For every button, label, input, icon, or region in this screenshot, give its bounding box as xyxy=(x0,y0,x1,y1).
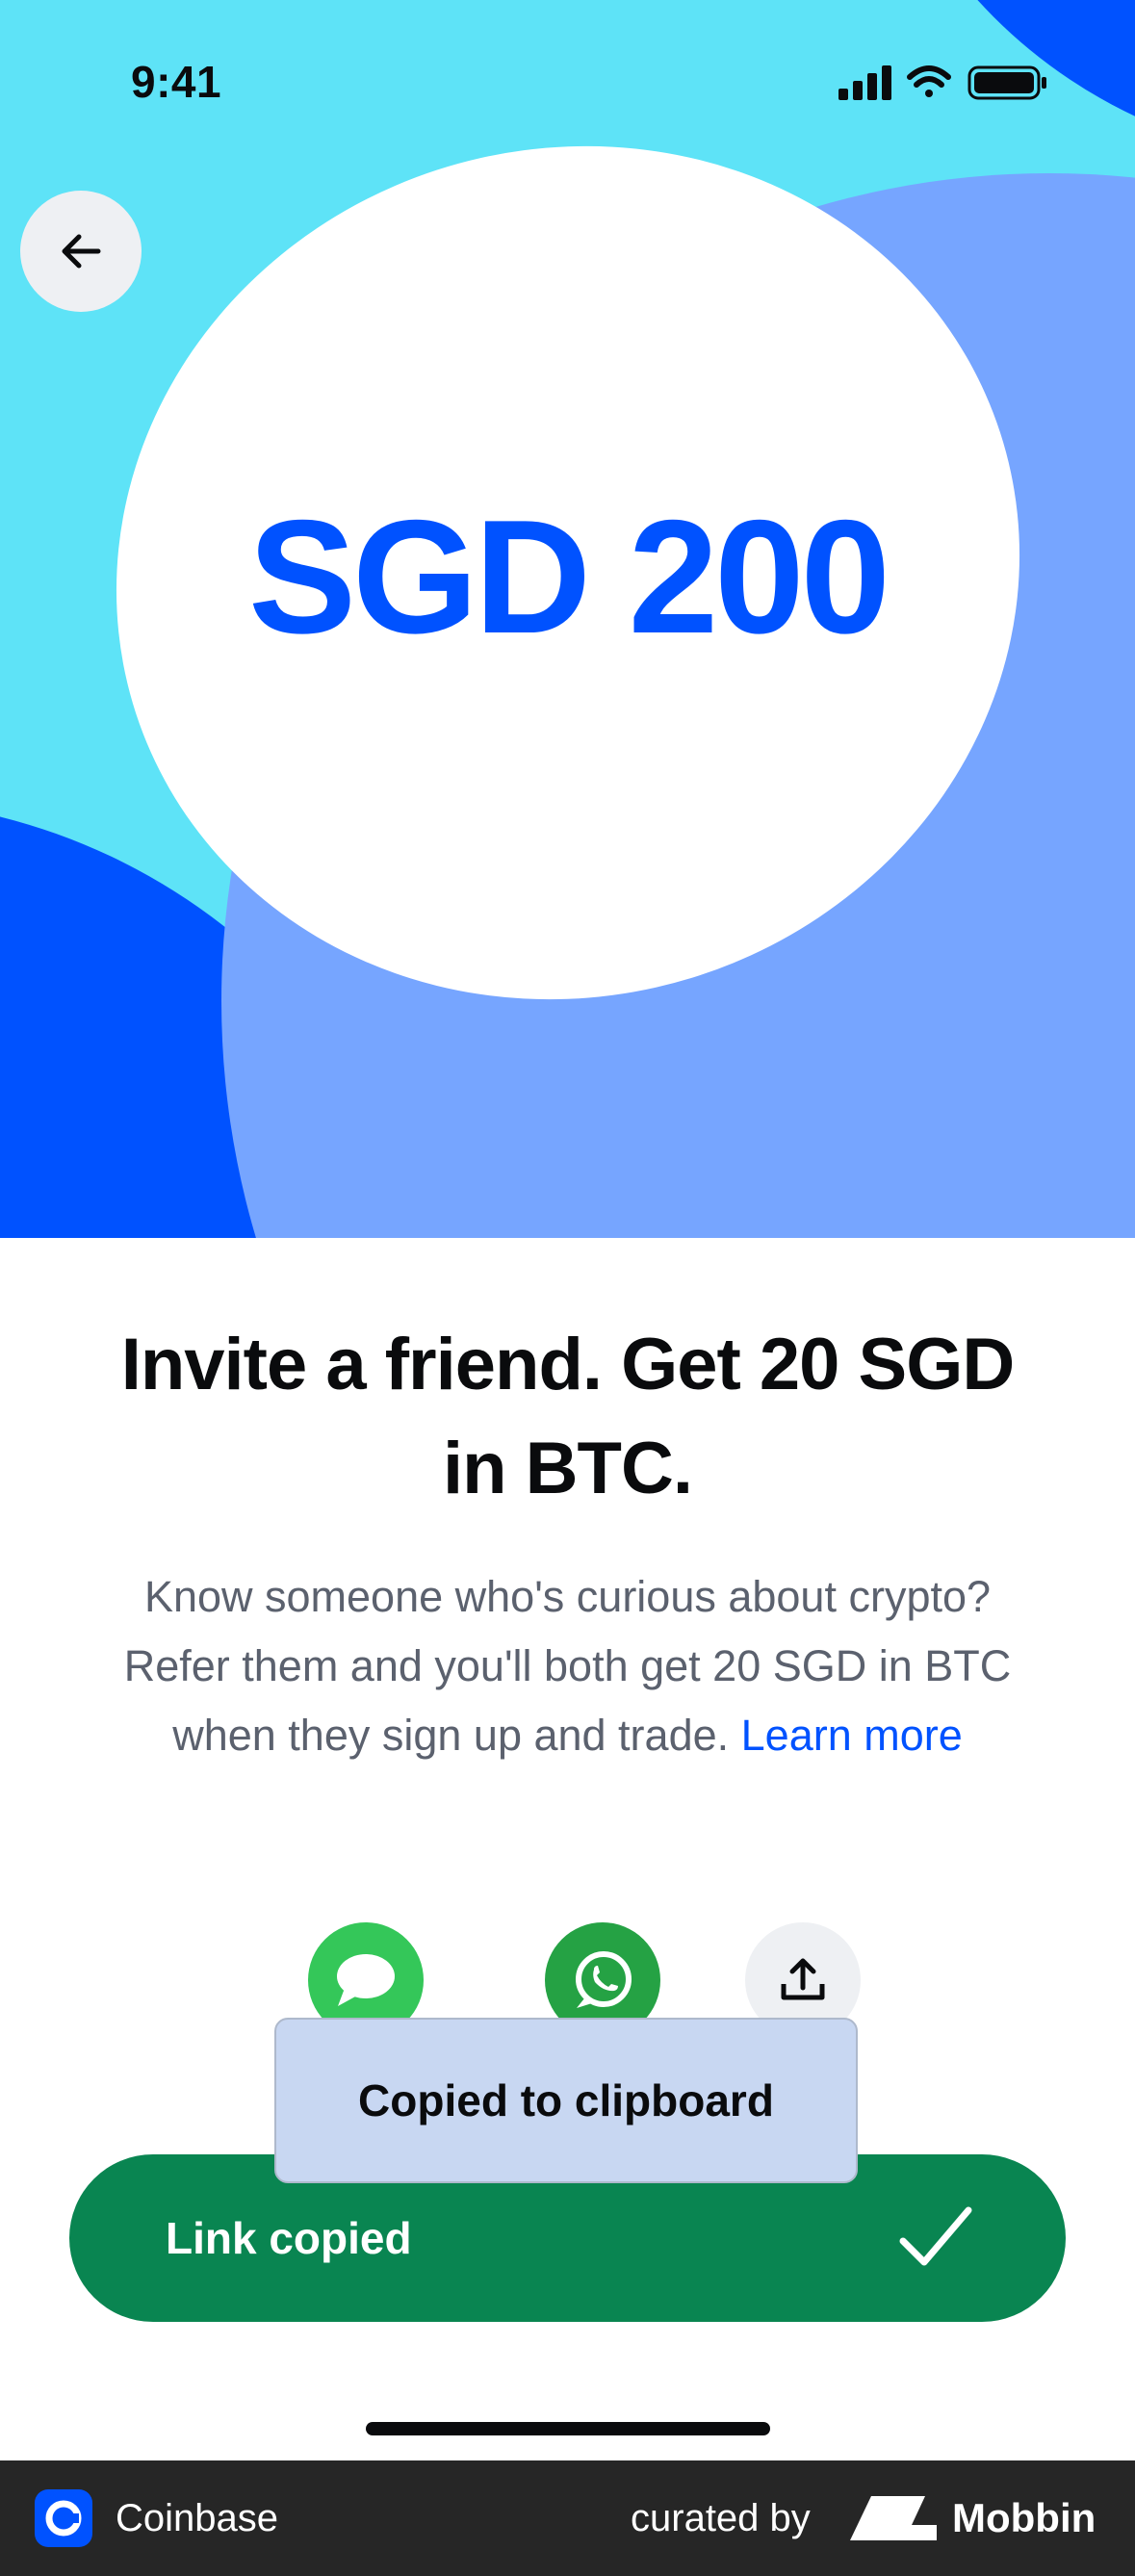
checkmark-icon xyxy=(899,2206,972,2266)
reward-amount: SGD 200 xyxy=(247,486,890,667)
status-time: 9:41 xyxy=(131,57,222,107)
status-icons xyxy=(838,62,1050,104)
wifi-icon xyxy=(907,65,951,97)
description-text: when they sign up and trade. xyxy=(172,1711,730,1760)
whatsapp-icon xyxy=(576,1951,632,2008)
footer-brand: Mobbin xyxy=(952,2495,1096,2540)
title-line-1: Invite a friend. Get 20 SGD xyxy=(120,1324,1016,1405)
referral-description: Know someone who's curious about crypto?… xyxy=(58,1562,1077,1770)
footer-curated-label: curated by xyxy=(631,2497,811,2539)
copied-toast: Copied to clipboard xyxy=(274,2018,858,2183)
arrow-left-icon xyxy=(62,234,101,269)
title-line-2: in BTC. xyxy=(443,1428,693,1509)
share-icon xyxy=(781,1958,825,2000)
description-line-1: Know someone who's curious about crypto? xyxy=(143,1572,992,1621)
cellular-signal-icon xyxy=(838,65,891,100)
footer-app-name: Coinbase xyxy=(116,2497,279,2539)
description-line-3: when they sign up and trade. Learn more xyxy=(58,1701,1077,1770)
battery-icon xyxy=(967,65,1046,100)
mobbin-logo xyxy=(850,2496,937,2540)
attribution-footer: Coinbase curated by Mobbin xyxy=(0,2460,1135,2576)
coinbase-logo xyxy=(35,2489,92,2547)
home-indicator xyxy=(366,2422,770,2435)
learn-more-link[interactable]: Learn more xyxy=(741,1711,963,1760)
description-line-2: Refer them and you'll both get 20 SGD in… xyxy=(123,1641,1012,1690)
page-title: Invite a friend. Get 20 SGD in BTC. xyxy=(48,1313,1087,1521)
messages-icon xyxy=(337,1954,395,2006)
back-button[interactable] xyxy=(20,191,142,312)
